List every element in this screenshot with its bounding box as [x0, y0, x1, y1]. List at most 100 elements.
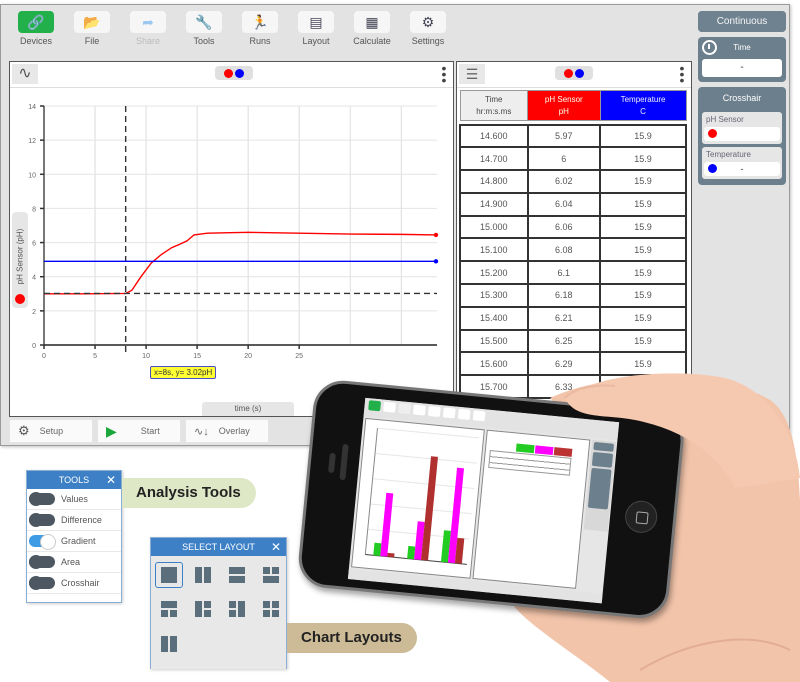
- x-tick-label: 15: [193, 353, 201, 360]
- table-cell: 6.1: [526, 260, 602, 286]
- layout-left-two-right-one-icon: [229, 601, 245, 618]
- crosshair-item-temperature: Temperature -: [702, 147, 782, 179]
- layout-top-two-bottom-one-icon: [263, 567, 279, 583]
- y-tick-label: 14: [28, 104, 36, 111]
- table-cell: 15.200: [459, 260, 529, 286]
- crosshair-item-ph: pH Sensor: [702, 112, 782, 144]
- side-panel: Continuous Time - Crosshair pH Sensor Te…: [698, 11, 786, 190]
- layout-option-left-two-right-one[interactable]: [223, 596, 251, 622]
- bottom-bar: ⚙ Setup ▶ Start ∿↓ Overlay: [9, 419, 269, 445]
- x-axis-label[interactable]: time (s): [202, 402, 294, 416]
- crosshair-value-temperature: -: [704, 162, 780, 176]
- toolbar-runs-button[interactable]: 🏃 Runs: [233, 11, 287, 61]
- toolbar-settings-button[interactable]: ⚙ Settings: [401, 11, 455, 61]
- toggle-switch[interactable]: [29, 492, 55, 506]
- table-cell: 14.600: [459, 123, 529, 149]
- column-header-ph[interactable]: pH Sensor pH: [527, 90, 601, 121]
- temperature-series-dot: [708, 164, 717, 173]
- y-tick-label: 8: [32, 206, 36, 213]
- layout-option-top-one-bottom-two[interactable]: [155, 596, 183, 622]
- toolbar-file-button[interactable]: 📂 File: [65, 11, 119, 61]
- tool-gradient: Gradient: [27, 531, 121, 552]
- graph-menu-icon[interactable]: • • •: [441, 61, 447, 87]
- phone-bar: [421, 456, 438, 561]
- table-row[interactable]: 14.700 6 15.9: [459, 146, 687, 172]
- table-cell: 15.9: [599, 169, 687, 194]
- phone-bar-chart-panel: [351, 417, 485, 579]
- ph-series-dot: [15, 294, 25, 304]
- layout-option-left-one-right-two[interactable]: [189, 596, 217, 622]
- table-row[interactable]: 14.800 6.02 15.9: [459, 169, 687, 194]
- series-endpoint: [433, 259, 439, 264]
- table-cell: 14.700: [459, 146, 529, 172]
- x-tick-label: 20: [244, 353, 252, 360]
- toolbar-tools-button[interactable]: 🔧 Tools: [177, 11, 231, 61]
- toggle-switch[interactable]: [29, 555, 55, 569]
- table-row[interactable]: 15.400 6.21 15.9: [459, 305, 687, 331]
- wave-icon[interactable]: ∿: [12, 64, 38, 84]
- phone-bar: [373, 542, 382, 556]
- close-icon[interactable]: ✕: [271, 538, 281, 556]
- layout-option-top-two-bottom-one[interactable]: [257, 562, 285, 588]
- graph-panel-header: ∿ • • •: [10, 61, 453, 88]
- y-axis-label-pill[interactable]: pH Sensor (pH): [12, 212, 28, 308]
- y-axis-label: pH Sensor (pH): [15, 228, 25, 285]
- y-tick-label: 6: [32, 241, 36, 248]
- table-row[interactable]: 15.100 6.08 15.9: [459, 237, 687, 263]
- toggle-switch[interactable]: [29, 513, 55, 527]
- table-cell: 15.9: [599, 328, 687, 354]
- table-row[interactable]: 15.000 6.06 15.9: [459, 214, 687, 240]
- start-button[interactable]: ▶ Start: [97, 419, 181, 443]
- table-cell: 6: [526, 146, 602, 172]
- y-tick-label: 2: [32, 309, 36, 316]
- layout-option-two-rows[interactable]: [223, 562, 251, 588]
- crosshair-tooltip: x=8s, y= 3.02pH: [150, 366, 217, 379]
- phone-file-icon: [383, 401, 396, 413]
- ph-series-dot: [708, 129, 717, 138]
- table-row[interactable]: 14.900 6.04 15.9: [459, 191, 687, 217]
- toggle-switch[interactable]: [29, 576, 55, 590]
- toolbar-share-button[interactable]: ➦ Share: [121, 11, 175, 61]
- x-tick-label: 0: [42, 353, 46, 360]
- table-icon[interactable]: ☰: [459, 64, 485, 84]
- toolbar-devices-button[interactable]: 🔗 Devices: [9, 11, 63, 61]
- table-row[interactable]: 14.600 5.97 15.9: [459, 123, 687, 149]
- time-box: Time -: [698, 37, 786, 82]
- layout-option-single[interactable]: [155, 562, 183, 588]
- table-cell: 14.800: [459, 169, 529, 194]
- table-row[interactable]: 15.300 6.18 15.9: [459, 283, 687, 308]
- calculator-icon: ▦: [354, 11, 390, 33]
- table-menu-icon[interactable]: • • •: [679, 62, 685, 87]
- column-header-temperature[interactable]: Temperature C: [599, 90, 687, 121]
- main-toolbar: 🔗 Devices 📂 File ➦ Share 🔧 Tools 🏃 Runs ▤ Layout ▦ Ca…: [9, 11, 457, 61]
- setup-button[interactable]: ⚙ Setup: [9, 419, 93, 443]
- layout-option-two-columns-tall[interactable]: [155, 631, 183, 657]
- layout-four-grid-icon: [263, 601, 279, 618]
- graph-plot[interactable]: 0 2 4 6 8 10 12 14 0 5 10 15 20 25: [10, 89, 453, 409]
- toolbar-calculate-button[interactable]: ▦ Calculate: [345, 11, 399, 61]
- temperature-series-dot: [575, 68, 584, 78]
- toggle-switch[interactable]: [29, 534, 56, 550]
- overlay-button[interactable]: ∿↓ Overlay: [185, 419, 269, 443]
- close-icon[interactable]: ✕: [106, 471, 116, 489]
- toolbar-layout-button[interactable]: ▤ Layout: [289, 11, 343, 61]
- layout-icon: ▤: [298, 11, 334, 33]
- x-tick-label: 5: [93, 353, 97, 360]
- table-cell: 15.9: [599, 191, 687, 217]
- chart-layouts-callout: Chart Layouts: [287, 623, 417, 653]
- mode-button[interactable]: Continuous: [698, 11, 786, 32]
- series-selector[interactable]: [215, 66, 253, 80]
- table-cell: 15.9: [599, 260, 687, 286]
- table-cell: 15.9: [599, 214, 687, 240]
- phone-col-magenta: [534, 445, 554, 456]
- y-tick-label: 12: [28, 138, 36, 145]
- table-cell: 15.400: [459, 305, 529, 331]
- phone-runs-icon: [427, 405, 441, 418]
- phone-button: [327, 452, 336, 474]
- column-header-time[interactable]: Time hr:m:s.ms: [459, 90, 529, 121]
- layout-option-four-grid[interactable]: [257, 596, 285, 622]
- table-row[interactable]: 15.500 6.25 15.9: [459, 328, 687, 354]
- series-selector[interactable]: [555, 66, 593, 80]
- layout-option-two-columns[interactable]: [189, 562, 217, 588]
- table-row[interactable]: 15.200 6.1 15.9: [459, 260, 687, 286]
